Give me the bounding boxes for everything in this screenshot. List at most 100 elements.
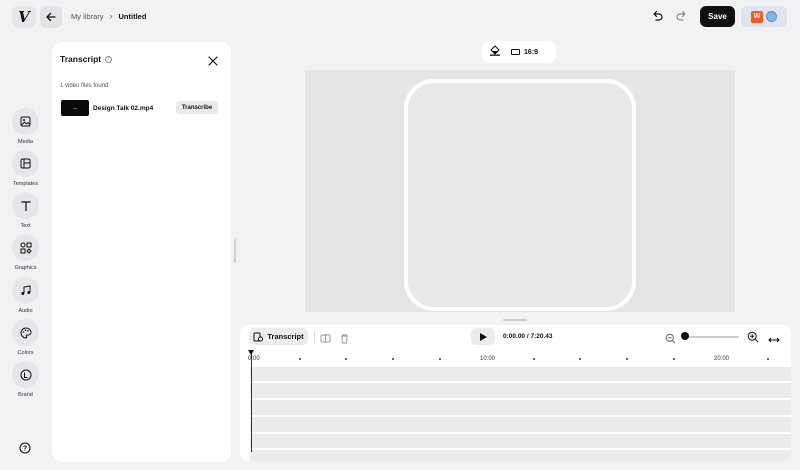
delete-button[interactable]	[339, 331, 350, 349]
image-icon	[12, 108, 39, 135]
track-divider	[250, 432, 791, 434]
track-divider	[250, 415, 791, 417]
ruler-label: 10:00	[480, 356, 496, 362]
undo-icon	[653, 10, 663, 21]
fill-color-button[interactable]	[489, 43, 501, 61]
timeline-transcript-button[interactable]: Transcript	[249, 328, 308, 345]
split-button[interactable]	[320, 331, 331, 349]
zoom-out-button[interactable]	[665, 331, 676, 349]
rail-label-graphics: Graphics	[14, 265, 37, 271]
save-button[interactable]: Save	[700, 6, 735, 27]
track-divider	[250, 381, 791, 383]
transcribe-button[interactable]: Transcribe	[176, 101, 218, 114]
panel-title-text: Transcript	[60, 54, 102, 64]
ruler-tick	[392, 358, 394, 360]
arrow-left-icon	[46, 12, 56, 22]
info-icon[interactable]: i	[105, 55, 113, 63]
text-icon	[12, 192, 39, 219]
timecode: 0:00.00 / 7:20.43	[503, 333, 553, 340]
rail-item-audio[interactable]: Audio	[8, 277, 43, 314]
track-divider	[250, 398, 791, 400]
breadcrumb-library-link[interactable]: My library	[71, 12, 104, 21]
redo-icon	[676, 10, 686, 21]
palette-icon	[12, 319, 39, 346]
timeline-resize-handle[interactable]	[503, 319, 527, 321]
ruler-tick	[299, 358, 301, 360]
ruler-tick	[345, 358, 347, 360]
transcript-icon	[253, 332, 264, 341]
time-ruler[interactable]: 0:00 10:00 20:00	[240, 351, 791, 367]
aspect-ratio-button[interactable]: 16:9	[511, 49, 538, 56]
svg-text:?: ?	[23, 445, 27, 452]
rail-label-colors: Colors	[17, 350, 34, 356]
rail-item-graphics[interactable]: Graphics	[8, 234, 43, 271]
redo-button[interactable]	[675, 9, 689, 28]
ruler-tick	[673, 358, 675, 360]
transcript-panel: Transcript i 1 video files found Design …	[52, 42, 231, 462]
timeline-transcript-label: Transcript	[267, 332, 304, 341]
track-divider	[250, 448, 791, 450]
rail-item-brand[interactable]: Brand	[8, 361, 43, 398]
trash-icon	[341, 334, 348, 344]
ruler-label: 20:00	[714, 356, 730, 362]
brand-icon	[12, 361, 39, 388]
ruler-tick	[533, 358, 535, 360]
timeline: Transcript 0:00.00 / 7:20.43 0:00 10:00 …	[240, 325, 791, 461]
zoom-slider-track[interactable]	[685, 336, 739, 338]
help-button[interactable]: ?	[19, 441, 31, 459]
playhead-marker[interactable]	[248, 350, 254, 355]
template-icon	[12, 150, 39, 177]
ruler-tick	[579, 358, 581, 360]
paint-bucket-icon	[490, 45, 500, 56]
breadcrumb-separator: ›	[109, 11, 113, 21]
zoom-out-icon	[665, 333, 676, 344]
app-logo[interactable]: V	[12, 6, 36, 28]
panel-title: Transcript i	[60, 54, 113, 64]
zoom-slider-knob[interactable]	[681, 332, 689, 340]
back-button[interactable]	[40, 6, 62, 28]
aspect-ratio-value: 16:9	[524, 48, 539, 56]
rail-label-media: Media	[18, 139, 33, 145]
rail-label-brand: Brand	[18, 392, 33, 398]
aspect-ratio-icon	[511, 49, 520, 55]
undo-button[interactable]	[650, 9, 664, 28]
breadcrumb: My library › Untitled	[71, 11, 146, 21]
expand-horizontal-icon	[768, 337, 780, 343]
rail-item-colors[interactable]: Colors	[8, 319, 43, 356]
rail-label-text: Text	[20, 223, 31, 229]
ruler-tick	[439, 358, 441, 360]
preview-frame	[404, 79, 636, 311]
file-row: Design Talk 02.mp4 Transcribe	[61, 99, 221, 117]
shapes-icon	[12, 234, 39, 261]
video-thumbnail	[61, 100, 89, 116]
track-area[interactable]	[250, 367, 791, 461]
breadcrumb-current: Untitled	[118, 11, 147, 21]
play-button[interactable]	[471, 328, 495, 345]
question-icon: ?	[19, 442, 31, 454]
fit-timeline-button[interactable]	[768, 332, 780, 350]
files-found-text: 1 video files found	[60, 83, 109, 89]
rail-item-templates[interactable]: Templates	[8, 150, 43, 187]
video-canvas[interactable]	[305, 70, 735, 312]
rail-item-media[interactable]: Media	[8, 108, 43, 145]
brand-chip[interactable]: W	[741, 6, 787, 27]
close-icon	[208, 56, 218, 66]
playhead[interactable]	[251, 351, 252, 452]
ruler-label: 0:00	[248, 356, 260, 362]
close-panel-button[interactable]	[208, 53, 218, 71]
brand-logo-icon: W	[751, 10, 763, 23]
rail-item-text[interactable]: Text	[8, 192, 43, 229]
music-note-icon	[12, 277, 39, 304]
panel-resize-handle[interactable]	[234, 239, 236, 263]
rail-label-templates: Templates	[12, 181, 39, 187]
file-name: Design Talk 02.mp4	[93, 104, 154, 112]
rail-label-audio: Audio	[18, 308, 33, 314]
avatar	[766, 11, 777, 22]
ruler-tick	[767, 358, 769, 360]
zoom-in-button[interactable]	[747, 330, 759, 348]
ruler-tick	[626, 358, 628, 360]
canvas-toolbar: 16:9	[482, 41, 556, 63]
toolbar-divider	[314, 331, 315, 343]
play-icon	[479, 332, 487, 341]
split-icon	[320, 334, 331, 343]
